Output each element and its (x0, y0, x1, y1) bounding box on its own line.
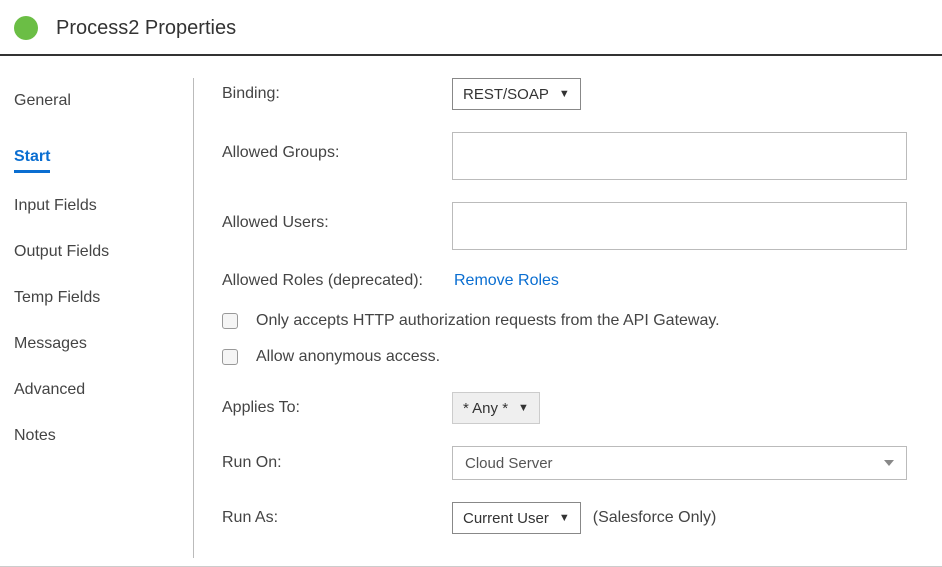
chevron-down-icon: ▼ (518, 402, 529, 414)
allowed-groups-input[interactable] (452, 132, 907, 180)
allowed-users-input[interactable] (452, 202, 907, 250)
properties-sidebar: General Start Input Fields Output Fields… (14, 78, 194, 558)
chevron-down-icon (884, 460, 894, 466)
run-as-row: Run As: Current User ▼ (Salesforce Only) (222, 502, 912, 534)
run-on-label: Run On: (222, 454, 452, 472)
anonymous-access-checkbox[interactable] (222, 349, 238, 365)
content-area: General Start Input Fields Output Fields… (0, 56, 942, 558)
allowed-groups-label: Allowed Groups: (222, 132, 452, 162)
sidebar-item-temp-fields[interactable]: Temp Fields (14, 275, 183, 321)
binding-label: Binding: (222, 85, 452, 103)
sidebar-item-output-fields[interactable]: Output Fields (14, 229, 183, 275)
allowed-roles-label: Allowed Roles (deprecated): (222, 272, 452, 290)
properties-header: Process2 Properties (0, 0, 942, 56)
page-title: Process2 Properties (56, 17, 236, 40)
sidebar-item-input-fields[interactable]: Input Fields (14, 183, 183, 229)
run-as-select[interactable]: Current User ▼ (452, 502, 581, 534)
allowed-users-label: Allowed Users: (222, 202, 452, 232)
anonymous-access-checkbox-label: Allow anonymous access. (256, 348, 440, 366)
applies-to-label: Applies To: (222, 399, 452, 417)
form-panel: Binding: REST/SOAP ▼ Allowed Groups: All… (194, 78, 942, 558)
run-as-label: Run As: (222, 509, 452, 527)
binding-select-value: REST/SOAP (463, 86, 549, 103)
status-indicator-icon (14, 16, 38, 40)
applies-to-select[interactable]: * Any * ▼ (452, 392, 540, 424)
anonymous-access-checkbox-row: Allow anonymous access. (222, 348, 912, 366)
run-on-select[interactable]: Cloud Server (452, 446, 907, 480)
applies-to-value: * Any * (463, 400, 508, 417)
sidebar-item-messages[interactable]: Messages (14, 321, 183, 367)
chevron-down-icon: ▼ (559, 512, 570, 524)
chevron-down-icon: ▼ (559, 88, 570, 100)
api-gateway-checkbox[interactable] (222, 313, 238, 329)
run-as-hint: (Salesforce Only) (593, 509, 717, 527)
api-gateway-checkbox-label: Only accepts HTTP authorization requests… (256, 312, 720, 330)
applies-to-row: Applies To: * Any * ▼ (222, 392, 912, 424)
api-gateway-checkbox-row: Only accepts HTTP authorization requests… (222, 312, 912, 330)
sidebar-item-advanced[interactable]: Advanced (14, 367, 183, 413)
sidebar-item-general[interactable]: General (14, 78, 183, 124)
sidebar-item-start[interactable]: Start (14, 134, 50, 173)
allowed-groups-row: Allowed Groups: (222, 132, 912, 180)
allowed-roles-row: Allowed Roles (deprecated): Remove Roles (222, 272, 912, 290)
remove-roles-link[interactable]: Remove Roles (454, 272, 559, 289)
allowed-users-row: Allowed Users: (222, 202, 912, 250)
binding-row: Binding: REST/SOAP ▼ (222, 78, 912, 110)
sidebar-item-notes[interactable]: Notes (14, 413, 183, 459)
binding-select[interactable]: REST/SOAP ▼ (452, 78, 581, 110)
run-on-value: Cloud Server (465, 455, 553, 472)
run-on-row: Run On: Cloud Server (222, 446, 912, 480)
run-as-value: Current User (463, 510, 549, 527)
